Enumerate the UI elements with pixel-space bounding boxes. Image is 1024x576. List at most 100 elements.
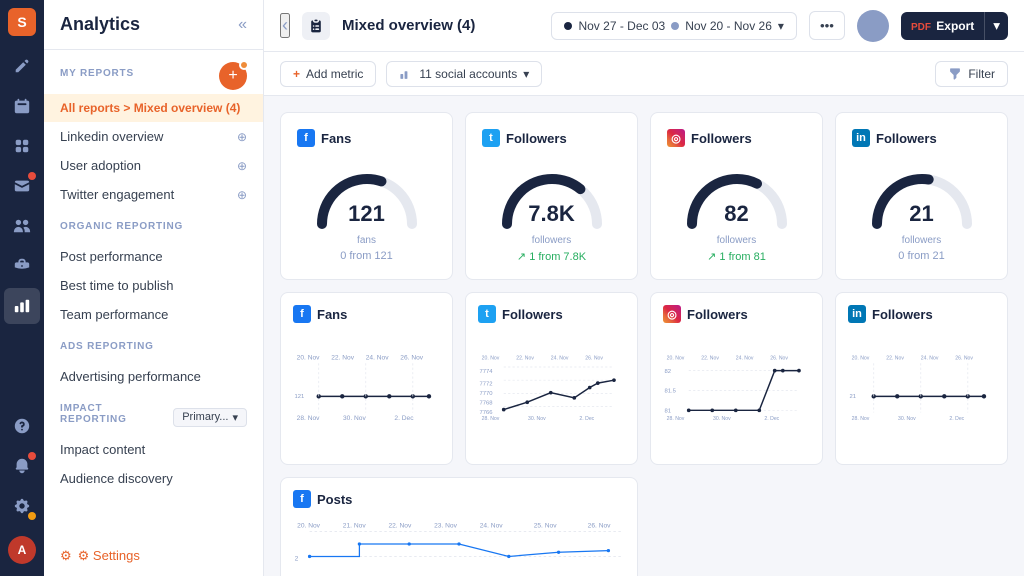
svg-text:22. Nov: 22. Nov	[701, 356, 719, 362]
filter-button[interactable]: Filter	[935, 61, 1008, 87]
fb-fans-unit: fans	[357, 235, 376, 246]
svg-text:26. Nov: 26. Nov	[400, 355, 423, 362]
svg-text:7766: 7766	[479, 410, 493, 416]
export-dropdown-button[interactable]: ▾	[984, 12, 1008, 40]
sidebar-item-post-performance[interactable]: Post performance	[44, 242, 263, 271]
nav-users[interactable]	[4, 208, 40, 244]
date-range-button[interactable]: Nov 27 - Dec 03 Nov 20 - Nov 26 ▾	[551, 12, 796, 40]
svg-text:21: 21	[849, 394, 856, 400]
nav-avatar[interactable]: A	[4, 532, 40, 568]
nav-grid[interactable]	[4, 128, 40, 164]
svg-text:30. Nov: 30. Nov	[898, 416, 916, 422]
li-icon: in	[852, 129, 870, 147]
svg-text:20. Nov: 20. Nov	[297, 522, 321, 529]
fb-fans-line-header: f Fans	[293, 305, 440, 323]
sidebar-item-best-time[interactable]: Best time to publish	[44, 271, 263, 300]
topbar: ‹ Mixed overview (4) Nov 27 - Dec 03 Nov…	[264, 0, 1024, 52]
impact-badge[interactable]: Primary... ▾	[173, 408, 247, 427]
tw-followers-unit: followers	[532, 235, 571, 246]
nav-notifications[interactable]	[4, 448, 40, 484]
li-followers-chart: 20. Nov 22. Nov 24. Nov 26. Nov 28. Nov …	[848, 329, 995, 449]
add-metric-button[interactable]: + Add metric	[280, 61, 376, 87]
svg-text:24. Nov: 24. Nov	[480, 522, 504, 529]
svg-text:24. Nov: 24. Nov	[551, 356, 569, 362]
nav-settings[interactable]	[4, 488, 40, 524]
nav-compose[interactable]	[4, 48, 40, 84]
export-button[interactable]: PDF Export	[901, 12, 984, 40]
nav-help[interactable]	[4, 408, 40, 444]
li-followers-gauge: 21	[867, 159, 977, 229]
organic-section: ORGANIC REPORTING	[44, 209, 263, 242]
add-metric-label: Add metric	[306, 67, 363, 81]
tw-followers-value: 7.8K	[497, 201, 607, 227]
tw-followers-change: ↗ 1 from 7.8K	[517, 250, 586, 263]
svg-text:30. Nov: 30. Nov	[528, 416, 546, 422]
filter-icon	[948, 67, 962, 81]
li-followers-value: 21	[867, 201, 977, 227]
pdf-label: PDF	[911, 22, 931, 33]
svg-text:23. Nov: 23. Nov	[434, 522, 458, 529]
settings-link[interactable]: ⚙ ⚙ Settings	[44, 536, 263, 576]
sidebar-item-audience-discovery[interactable]: Audience discovery	[44, 464, 263, 493]
ig-followers-chart: 20. Nov 22. Nov 24. Nov 26. Nov 28. Nov …	[663, 329, 810, 449]
sidebar-item-impact-content[interactable]: Impact content	[44, 435, 263, 464]
export-label: Export	[936, 19, 974, 33]
li-followers-card: in Followers 21 followers 0 from 21	[835, 112, 1008, 280]
social-accounts-button[interactable]: 11 social accounts ▾	[386, 61, 542, 87]
svg-text:82: 82	[664, 369, 671, 375]
sidebar-item-linkedin-overview[interactable]: Linkedin overview ⊕	[44, 122, 263, 151]
audience-discovery-label: Audience discovery	[60, 471, 173, 486]
twitter-engagement-label: Twitter engagement	[60, 187, 174, 202]
li-followers-line-title: Followers	[872, 307, 933, 322]
fb-icon-chart: f	[293, 305, 311, 323]
svg-text:121: 121	[294, 394, 304, 400]
ig-followers-change: ↗ 1 from 81	[707, 250, 766, 263]
nav-calendar[interactable]	[4, 88, 40, 124]
svg-text:25. Nov: 25. Nov	[534, 522, 558, 529]
svg-text:22. Nov: 22. Nov	[331, 355, 354, 362]
sidebar-item-team-performance[interactable]: Team performance	[44, 300, 263, 329]
more-options-button[interactable]: •••	[809, 11, 845, 40]
page-title: Mixed overview (4)	[342, 17, 539, 34]
export-group: PDF Export ▾	[901, 12, 1008, 40]
organic-label: ORGANIC REPORTING	[60, 221, 247, 232]
tw-followers-title: Followers	[506, 131, 567, 146]
svg-text:28. Nov: 28. Nov	[482, 416, 500, 422]
sidebar-item-user-adoption[interactable]: User adoption ⊕	[44, 151, 263, 180]
fb-fans-line-card: f Fans 20. Nov 22. Nov 24. Nov 26. Nov 2…	[280, 292, 453, 465]
mixed-overview-label: All reports > Mixed overview (4)	[60, 101, 240, 115]
svg-text:24. Nov: 24. Nov	[921, 356, 939, 362]
sidebar-item-advertising[interactable]: Advertising performance	[44, 362, 263, 391]
settings-label: ⚙ Settings	[78, 548, 140, 564]
tw-followers-header: t Followers	[482, 129, 621, 147]
ig-followers-gauge: 82	[682, 159, 792, 229]
icon-bar: S A	[0, 0, 44, 576]
impact-content-label: Impact content	[60, 442, 145, 457]
li-followers-line-card: in Followers 20. Nov 22. Nov 24. Nov 26.…	[835, 292, 1008, 465]
nav-briefcase[interactable]	[4, 248, 40, 284]
nav-inbox[interactable]	[4, 168, 40, 204]
svg-text:2. Dec: 2. Dec	[394, 415, 414, 422]
add-report-button[interactable]: +	[219, 62, 247, 90]
tw-icon-chart: t	[478, 305, 496, 323]
app-logo[interactable]: S	[8, 8, 36, 36]
sidebar-collapse-button[interactable]: «	[238, 16, 247, 34]
fb-fans-chart: 20. Nov 22. Nov 24. Nov 26. Nov 28. Nov …	[293, 329, 440, 449]
svg-text:28. Nov: 28. Nov	[667, 416, 685, 422]
tw-followers-card: t Followers 7.8K followers ↗ 1 from 7.8K	[465, 112, 638, 280]
sidebar-item-mixed-overview[interactable]: All reports > Mixed overview (4)	[44, 94, 263, 122]
fb-fans-gauge: 121	[312, 159, 422, 229]
date-range-1: Nov 27 - Dec 03	[578, 19, 665, 33]
user-avatar[interactable]	[857, 10, 889, 42]
sidebar-title: Analytics	[60, 14, 140, 35]
ig-followers-title: Followers	[691, 131, 752, 146]
fb-fans-line-title: Fans	[317, 307, 347, 322]
sidebar-item-twitter-engagement[interactable]: Twitter engagement ⊕	[44, 180, 263, 209]
svg-text:20. Nov: 20. Nov	[667, 356, 685, 362]
svg-text:26. Nov: 26. Nov	[955, 356, 973, 362]
filterbar: + Add metric 11 social accounts ▾ Filter	[264, 52, 1024, 96]
nav-analytics[interactable]	[4, 288, 40, 324]
svg-text:2. Dec: 2. Dec	[764, 416, 779, 422]
back-button[interactable]: ‹	[280, 13, 290, 38]
ig-followers-line-title: Followers	[687, 307, 748, 322]
